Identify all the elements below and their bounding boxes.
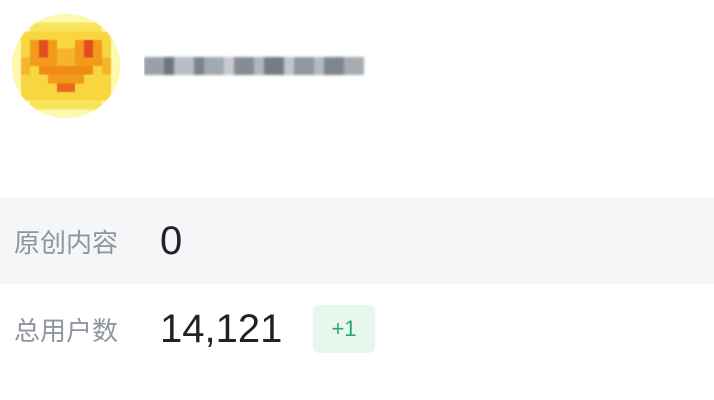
account-name[interactable] <box>144 48 374 84</box>
avatar-icon <box>12 14 120 118</box>
stat-row-total-users: 总用户数 14,121 +1 <box>0 286 714 372</box>
avatar[interactable] <box>12 14 120 118</box>
original-content-value: 0 <box>160 218 183 263</box>
total-users-label: 总用户数 <box>14 315 119 346</box>
blurred-name-graphic <box>144 48 374 84</box>
total-users-change-badge: +1 <box>313 305 375 353</box>
stat-row-original-content: 原创内容 0 <box>0 198 714 284</box>
total-users-value: 14,121 <box>160 306 283 351</box>
account-header <box>0 0 714 130</box>
original-content-label: 原创内容 <box>14 227 119 258</box>
